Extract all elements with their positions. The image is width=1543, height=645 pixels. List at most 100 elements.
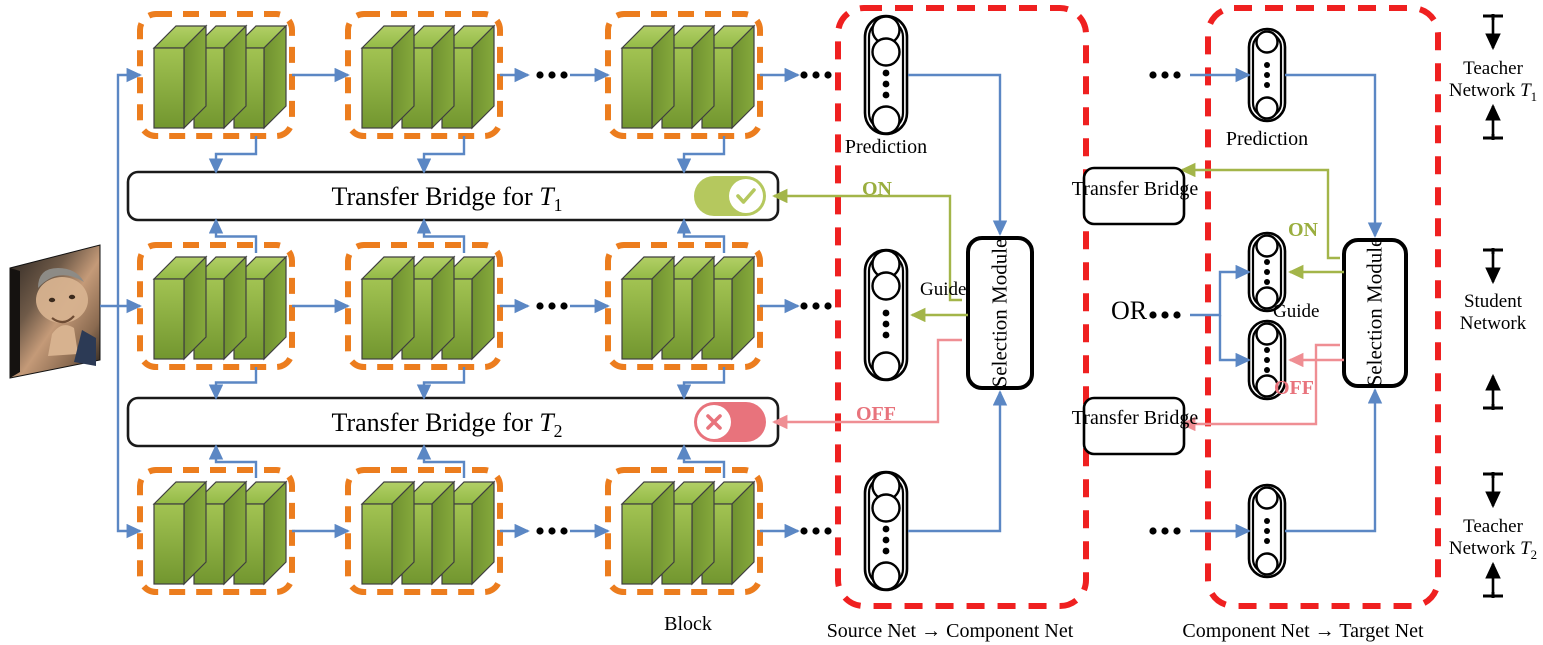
tap-student-bridge1-0 (208, 218, 258, 253)
left-neuron-component-middle-dot (882, 320, 890, 328)
right-transfer-bridge-top-label: Transfer Bridge (1072, 178, 1198, 200)
right-mid-ellipsis (1149, 311, 1157, 319)
right-mid-ellipsis (1161, 311, 1169, 319)
right-neuron-prediction-top-node (1255, 30, 1279, 54)
right-neuron-prediction-bottom-dot (1264, 518, 1270, 524)
right-guide-label: Guide (1273, 301, 1320, 322)
transfer-bridge-2-label: Transfer Bridge for T2 (331, 408, 562, 442)
row-ellipsis (560, 302, 568, 310)
row-output-ellipsis (824, 71, 832, 79)
transfer-bridge-1-toggle-knob (729, 179, 763, 213)
eye-left (48, 297, 56, 303)
row-output-ellipsis (812, 302, 820, 310)
left-panel-caption: Source Net → Component Net (826, 620, 1074, 642)
right-neuron-prediction-bottom-dot (1264, 528, 1270, 534)
right-neuron-prediction-bottom-node (1255, 486, 1279, 510)
right-bottom-ellipsis (1149, 527, 1157, 535)
right-in-mid-on (1190, 264, 1251, 317)
or-label: OR (1110, 296, 1148, 325)
left-neuron-component-middle-dot (882, 331, 890, 339)
eye-right (68, 294, 76, 300)
right-pred-top-to-selection (1285, 73, 1383, 238)
left-neuron-prediction-bottom-dot (882, 536, 890, 544)
side-2-sym: T (1520, 537, 1531, 559)
left-guide-label: Guide (920, 279, 967, 300)
right-top-ellipsis (1161, 71, 1169, 79)
right-neuron-on-dot (1264, 259, 1270, 265)
row-ellipsis (548, 71, 556, 79)
tap-teacher1-bridge1-0 (208, 136, 258, 174)
tap-teacher1-bridge1-2 (676, 136, 726, 174)
right-bottom-ellipsis (1173, 527, 1181, 535)
right-neuron-off-dot (1264, 347, 1270, 353)
side-1-l1: Student (1463, 291, 1523, 312)
block-group-student-3-slab-front (621, 278, 653, 360)
side-0-l1: Teacher (1463, 58, 1523, 79)
bridge-1-subscript: 1 (553, 195, 563, 216)
block-group-teacher1-2-slab-front (361, 47, 393, 129)
right-panel-caption: Component Net → Target Net (1182, 620, 1424, 642)
left-neuron-prediction-top-dot (882, 91, 890, 99)
left-neuron-prediction-bottom-node (871, 493, 901, 523)
left-neuron-prediction-top-node (871, 105, 901, 135)
transfer-bridge-2-text: Transfer Bridge for (331, 408, 533, 437)
left-neuron-component-middle-node (871, 351, 901, 381)
side-label-student: Student Network (1460, 291, 1526, 335)
block-group-teacher1-3-slab-front (621, 47, 653, 129)
side-0-sym: T (1520, 79, 1531, 101)
left-neuron-prediction-top-dot (882, 69, 890, 77)
diagram-canvas: Block Source Net → Component Net Compone… (0, 0, 1543, 645)
right-neuron-on-dot (1264, 279, 1270, 285)
input-image-edge (10, 268, 20, 378)
left-neuron-prediction-bottom-dot (882, 525, 890, 533)
row-ellipsis (548, 527, 556, 535)
right-neuron-off-dot (1264, 357, 1270, 363)
side-2-l1: Teacher (1463, 516, 1523, 537)
right-neuron-prediction-bottom-dot (1264, 538, 1270, 544)
row-output-ellipsis (812, 71, 820, 79)
right-neuron-prediction-top-dot (1264, 82, 1270, 88)
right-neuron-off-dot (1264, 367, 1270, 373)
row-ellipsis (548, 302, 556, 310)
left-neuron-component-middle-node (871, 271, 901, 301)
right-neuron-on-node (1255, 234, 1279, 258)
right-neuron-prediction-top-dot (1264, 62, 1270, 68)
tap-teacher1-bridge1-1 (416, 136, 466, 174)
left-neuron-prediction-bottom-dot (882, 547, 890, 555)
right-on-label: ON (1288, 219, 1318, 241)
side-label-teacher-1: Teacher Network T1 (1449, 58, 1537, 105)
side-0-l2: Network (1448, 79, 1516, 101)
side-0-sub: 1 (1530, 88, 1538, 104)
side-label-teacher-2: Teacher Network T2 (1449, 516, 1537, 563)
tap-student-bridge2-2 (676, 367, 726, 400)
right-bottom-ellipsis (1161, 527, 1169, 535)
left-neuron-component-middle-dot (882, 309, 890, 317)
side-2-sub: 2 (1530, 546, 1538, 562)
side-2-l2: Network (1448, 537, 1516, 559)
tap-student-bridge2-0 (208, 367, 258, 400)
right-off-label: OFF (1274, 377, 1314, 399)
transfer-bridge-1-label: Transfer Bridge for T1 (331, 182, 562, 216)
row-output-ellipsis (812, 527, 820, 535)
right-pred-bottom-to-selection (1285, 388, 1383, 533)
left-neuron-prediction-top-dot (882, 80, 890, 88)
right-mid-ellipsis (1173, 311, 1181, 319)
bridge-2-subscript: 2 (553, 421, 563, 442)
row-output-ellipsis (800, 527, 808, 535)
bridge-2-symbol: T (539, 408, 554, 437)
right-top-ellipsis (1173, 71, 1181, 79)
block-group-student-2-slab-front (361, 278, 393, 360)
row-ellipsis (536, 71, 544, 79)
left-on-label: ON (862, 178, 892, 200)
row-output-ellipsis (800, 302, 808, 310)
left-neuron-prediction-top-node (871, 37, 901, 67)
row-ellipsis (560, 71, 568, 79)
right-transfer-bridge-bottom-label: Transfer Bridge (1072, 407, 1198, 429)
row-output-ellipsis (824, 527, 832, 535)
right-neuron-off-node (1255, 322, 1279, 346)
block-group-student-1-slab-front (153, 278, 185, 360)
row-ellipsis (536, 302, 544, 310)
left-selection-module-label: Selection Module (987, 238, 1012, 388)
row-ellipsis (560, 527, 568, 535)
right-neuron-prediction-bottom-node (1255, 552, 1279, 576)
